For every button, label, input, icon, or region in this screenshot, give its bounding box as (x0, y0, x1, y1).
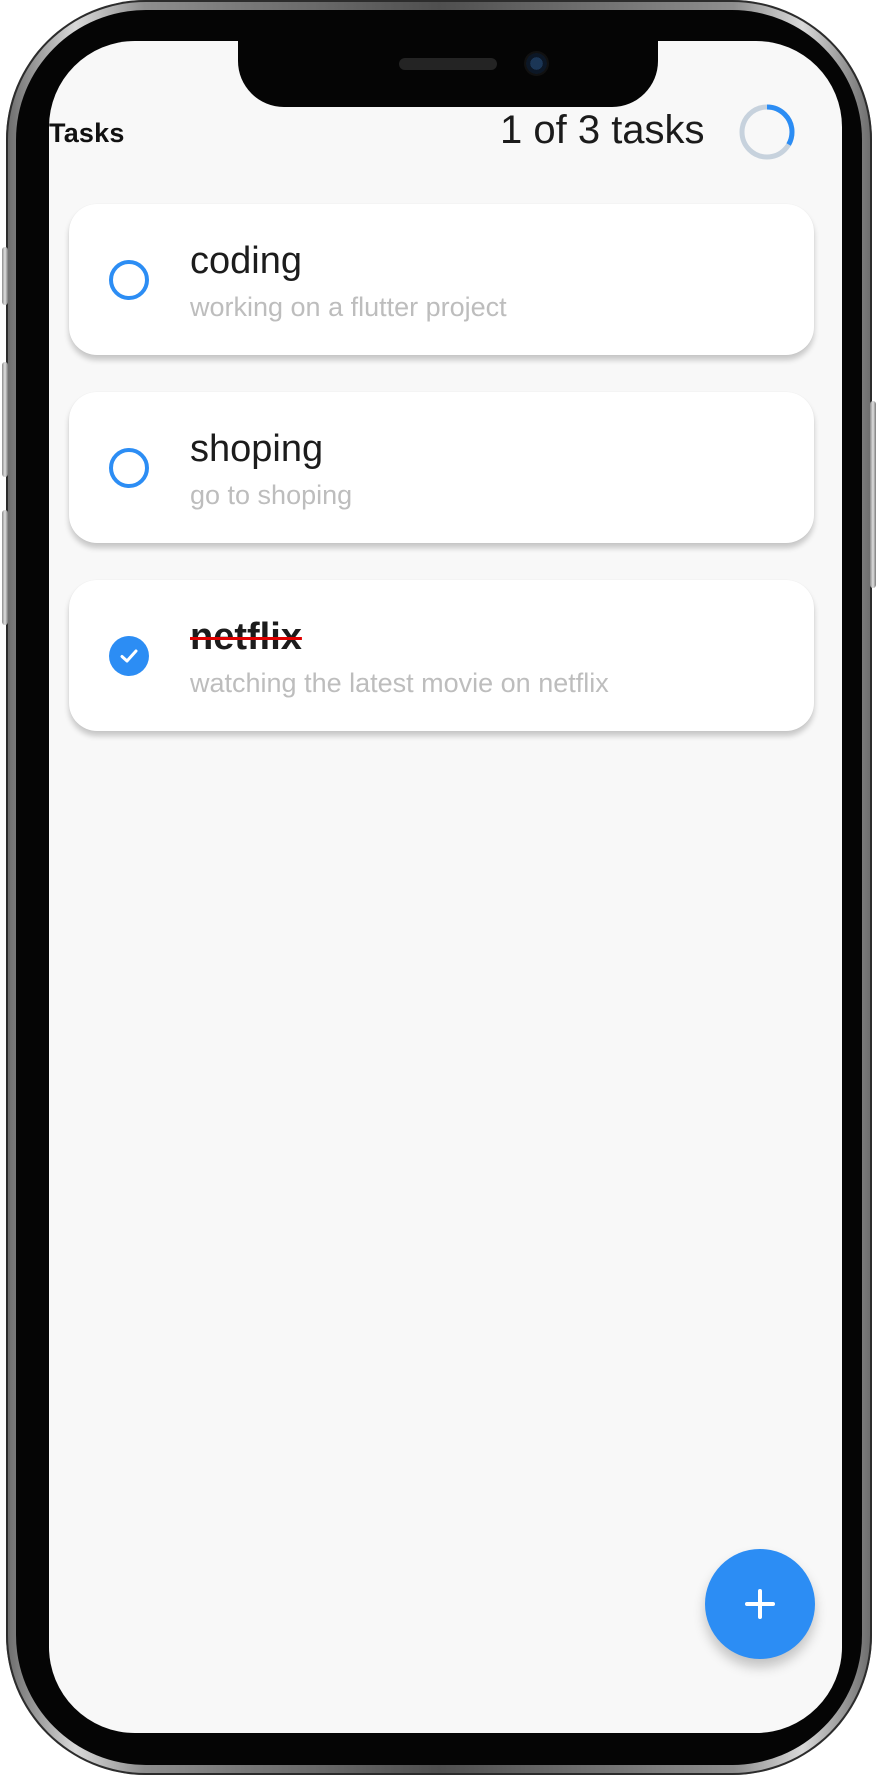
page-title: Tasks (49, 118, 125, 148)
progress-ring (739, 104, 795, 160)
task-card-shoping[interactable]: shoping go to shoping (69, 392, 814, 543)
task-list: coding working on a flutter project shop… (69, 204, 814, 768)
plus-icon (745, 1589, 775, 1619)
volume-up-button (2, 362, 8, 477)
task-title-completed: netflix (190, 616, 302, 658)
phone-frame: Tasks 1 of 3 tasks coding working on a f… (2, 0, 876, 1775)
task-card-netflix[interactable]: netflix watching the latest movie on net… (69, 580, 814, 731)
task-title: coding (190, 240, 302, 282)
task-description: go to shoping (190, 480, 353, 510)
task-checkbox[interactable] (109, 448, 149, 488)
app-screen: Tasks 1 of 3 tasks coding working on a f… (49, 41, 842, 1733)
task-checkbox-checked[interactable] (109, 636, 149, 676)
app-header: Tasks 1 of 3 tasks (49, 95, 842, 175)
task-card-coding[interactable]: coding working on a flutter project (69, 204, 814, 355)
speaker-grille (399, 58, 497, 70)
check-icon (120, 649, 138, 663)
task-count-label: 1 of 3 tasks (500, 108, 705, 152)
add-task-button[interactable] (705, 1549, 815, 1659)
front-camera (524, 51, 549, 76)
task-title: shoping (190, 428, 324, 470)
power-button (870, 401, 876, 588)
task-description: watching the latest movie on netflix (190, 668, 609, 698)
silent-switch (2, 247, 8, 305)
volume-down-button (2, 510, 8, 625)
task-description: working on a flutter project (190, 292, 507, 322)
task-checkbox[interactable] (109, 260, 149, 300)
